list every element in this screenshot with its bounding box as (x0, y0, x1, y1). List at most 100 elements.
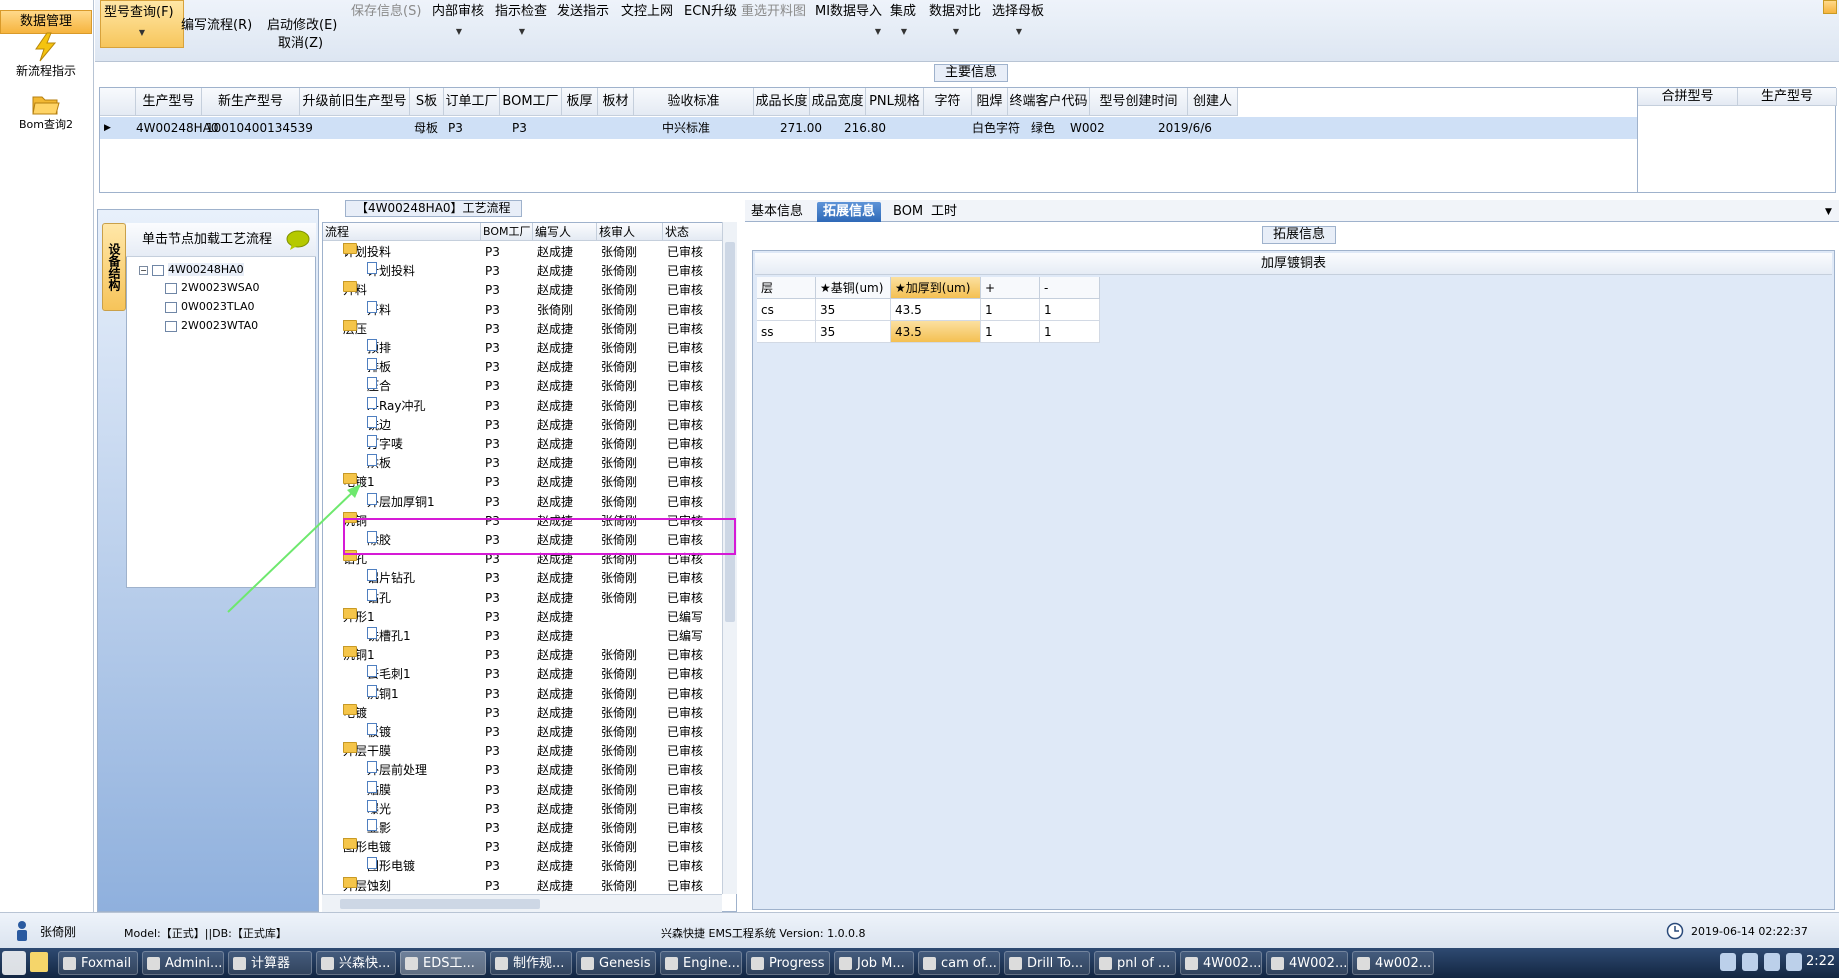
process-row[interactable]: 钻孔 P3 赵成捷 张倚刚 已审核 (323, 588, 723, 608)
cell-length[interactable]: 271.00 (780, 117, 822, 139)
start-modify-button[interactable]: 启动修改(E) (267, 14, 337, 33)
tree-node[interactable]: 2W0023WTA0 (165, 319, 258, 332)
process-row[interactable]: 排板 P3 赵成捷 张倚刚 已审核 (323, 358, 723, 377)
cell-acceptance-standard[interactable]: 中兴标准 (662, 117, 710, 139)
start-button-icon[interactable] (2, 951, 26, 975)
cell-width[interactable]: 216.80 (844, 117, 886, 139)
column-header[interactable]: 成品宽度 (810, 88, 866, 116)
process-row[interactable]: 外层前处理 P3 赵成捷 张倚刚 已审核 (323, 761, 723, 780)
taskbar-task[interactable]: Admini... (142, 951, 224, 975)
process-row[interactable]: 计划投料 P3 赵成捷 张倚刚 已审核 (323, 262, 723, 281)
scrollbar-thumb[interactable] (340, 899, 540, 909)
process-row[interactable]: X-Ray冲孔 P3 赵成捷 张倚刚 已审核 (323, 396, 723, 416)
process-row[interactable]: −计划投料 P3 赵成捷 张倚刚 已审核 (323, 243, 723, 262)
taskbar-task[interactable]: 4W002... (1266, 951, 1348, 975)
column-header[interactable]: 成品长度 (754, 88, 810, 116)
cell-s-board[interactable]: 母板 (414, 117, 438, 139)
column-header[interactable]: 层 (757, 277, 816, 299)
write-process-button[interactable]: 编写流程(R) (181, 14, 252, 33)
collapse-ribbon-icon[interactable] (1823, 0, 1837, 14)
process-row[interactable]: 显影 P3 赵成捷 张倚刚 已审核 (323, 819, 723, 838)
cell-solder-mask[interactable]: 绿色 (1031, 117, 1055, 139)
cell-created-date[interactable]: 2019/6/6 (1158, 117, 1212, 139)
checkbox[interactable] (165, 320, 177, 332)
tree-node[interactable]: 2W0023WSA0 (165, 281, 259, 294)
cell-plus[interactable]: 1 (981, 299, 1040, 321)
doc-control-online-button[interactable]: 文控上网 (621, 0, 673, 19)
process-row[interactable]: −电镀1P3赵成捷张倚刚已审核 (323, 473, 723, 492)
cell-layer[interactable]: cs (757, 299, 816, 321)
process-row[interactable]: −外层蚀刻 P3 赵成捷 张倚刚 已审核 (323, 876, 723, 896)
taskbar-clock[interactable]: 2:22 (1806, 954, 1835, 969)
menu-data-management[interactable]: 数据管理 (0, 10, 92, 34)
process-row[interactable]: 铣边 P3 赵成捷 张倚刚 已审核 (323, 415, 723, 435)
cell-thicken-to[interactable]: 43.5 (891, 299, 981, 321)
process-row[interactable]: 板镀 P3 赵成捷 张倚刚 已审核 (323, 723, 723, 742)
column-header[interactable]: S板 (410, 88, 444, 116)
taskbar-task[interactable]: Job M... (834, 951, 914, 975)
taskbar-task[interactable]: Foxmail (58, 951, 138, 975)
column-header[interactable]: 阻焊 (972, 88, 1008, 116)
tab-basic-info[interactable]: 基本信息 (745, 202, 809, 222)
process-row[interactable]: 烘板 P3 赵成捷 张倚刚 已审核 (323, 454, 723, 473)
column-header[interactable]: PNL规格 (866, 88, 924, 116)
process-row[interactable]: −外形1P3赵成捷已编写 (323, 607, 723, 627)
tab-extended-info[interactable]: 拓展信息 (817, 202, 882, 222)
tool-bom-query[interactable]: Bom查询2 (0, 92, 92, 132)
checkbox[interactable] (165, 301, 177, 313)
tray-icon[interactable] (1720, 953, 1736, 971)
taskbar-task[interactable]: cam of... (918, 951, 1000, 975)
cell-minus[interactable]: 1 (1040, 321, 1100, 343)
network-icon[interactable] (1764, 953, 1780, 971)
column-header[interactable]: 生产型号 (136, 88, 202, 116)
column-header[interactable]: 字符 (924, 88, 972, 116)
taskbar-task[interactable]: 计算器 (228, 951, 312, 975)
explorer-icon[interactable] (30, 952, 48, 972)
process-row[interactable]: 铝片钻孔 P3 赵成捷 张倚刚 已审核 (323, 569, 723, 588)
cell-thicken-to-selected[interactable]: 43.5 (891, 321, 981, 343)
taskbar-task[interactable]: Progress (746, 951, 830, 975)
process-row[interactable]: 铣槽孔1 P3 赵成捷 已编写 (323, 627, 723, 646)
scrollbar-thumb[interactable] (725, 242, 735, 622)
taskbar-task[interactable]: Genesis (576, 951, 656, 975)
process-row[interactable]: 图形电镀 P3 赵成捷 张倚刚 已审核 (323, 857, 723, 876)
tool-new-process-instruction[interactable]: 新流程指示 (0, 32, 92, 79)
checkbox[interactable] (152, 264, 164, 276)
tree-node[interactable]: 0W0023TLA0 (165, 300, 255, 313)
process-row[interactable]: 开料 P3 张倚刚 张倚刚 已审核 (323, 300, 723, 320)
tab-labor-time[interactable]: 工时 (925, 202, 963, 222)
vertical-scrollbar[interactable] (722, 222, 737, 894)
cell-base-copper[interactable]: 35 (816, 299, 891, 321)
process-row[interactable]: −层压 P3 赵成捷 张倚刚 已审核 (323, 319, 723, 339)
process-row[interactable]: 预排 P3 赵成捷 张倚刚 已审核 (323, 339, 723, 358)
save-info-button[interactable]: 保存信息(S) (351, 0, 421, 19)
tab-device-structure[interactable]: 设备结构 (102, 223, 126, 311)
data-compare-button[interactable]: 数据对比 ▼ (929, 0, 983, 36)
column-header[interactable]: 合拼型号 (1638, 88, 1738, 106)
process-row[interactable]: 去毛刺1 P3 赵成捷 张倚刚 已审核 (323, 665, 723, 684)
ecn-upgrade-button[interactable]: ECN升级 (684, 0, 737, 19)
integration-button[interactable]: 集成 ▼ (890, 0, 918, 36)
cell-customer-code[interactable]: W002 (1070, 117, 1105, 139)
taskbar-task[interactable]: pnl of ... (1094, 951, 1176, 975)
process-row[interactable]: 曝光 P3 赵成捷 张倚刚 已审核 (323, 799, 723, 819)
process-row[interactable]: 外层加厚铜1 P3 赵成捷 张倚刚 已审核 (323, 492, 723, 512)
column-header[interactable]: 状态 (663, 223, 723, 241)
process-row[interactable]: −沉铜1 P3 赵成捷 张倚刚 已审核 (323, 646, 723, 665)
column-header[interactable]: 终端客户代码 (1008, 88, 1090, 116)
tray-icon[interactable] (1742, 953, 1758, 971)
column-header[interactable]: 型号创建时间 (1090, 88, 1188, 116)
column-header[interactable]: 升级前旧生产型号 (300, 88, 410, 116)
column-header[interactable]: BOM工厂 (481, 223, 533, 241)
process-row[interactable]: −开料 P3 赵成捷 张倚刚 已审核 (323, 281, 723, 300)
column-header[interactable]: 流程 (323, 223, 481, 241)
taskbar-task[interactable]: 4W002... (1180, 951, 1262, 975)
taskbar-task[interactable]: Drill To... (1004, 951, 1090, 975)
cell-bom-factory[interactable]: P3 (512, 117, 527, 139)
taskbar-task[interactable]: 4w002... (1352, 951, 1434, 975)
internal-review-button[interactable]: 内部审核 ▼ (432, 0, 486, 36)
process-row[interactable]: 沉铜1 P3 赵成捷 张倚刚 已审核 (323, 684, 723, 704)
horizontal-scrollbar[interactable] (322, 894, 722, 912)
tab-bom[interactable]: BOM (887, 202, 929, 222)
taskbar-task[interactable]: 兴森快... (316, 951, 396, 975)
